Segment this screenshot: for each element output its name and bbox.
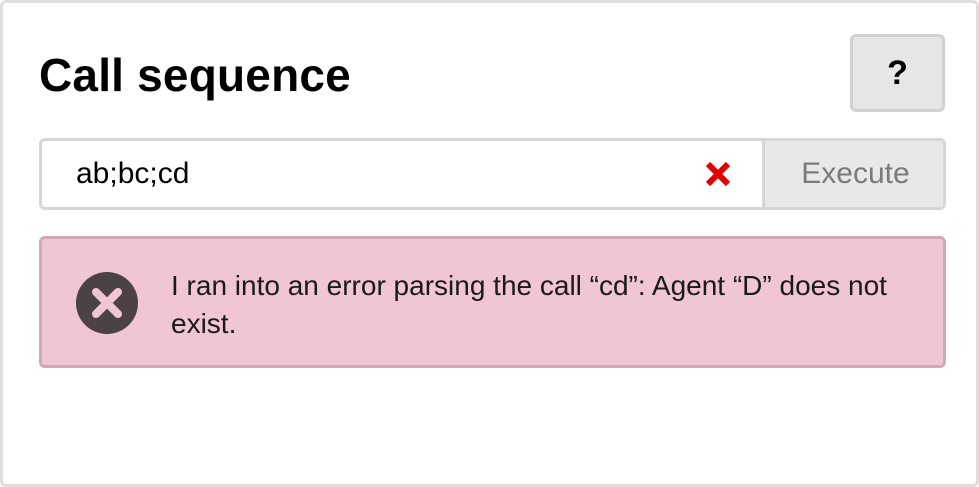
error-circle-icon: [76, 272, 138, 334]
help-button[interactable]: ?: [850, 34, 945, 112]
panel-title: Call sequence: [39, 49, 351, 101]
call-sequence-panel: Call sequence ? Execute I ran into an er…: [0, 0, 979, 487]
error-message: I ran into an error parsing the call “cd…: [171, 270, 887, 339]
clear-input-button[interactable]: [698, 154, 738, 194]
execute-button[interactable]: Execute: [762, 141, 943, 207]
call-sequence-input[interactable]: [42, 141, 692, 207]
call-input-group: Execute: [39, 138, 946, 210]
close-icon: [705, 161, 731, 187]
error-alert: I ran into an error parsing the call “cd…: [39, 236, 946, 368]
